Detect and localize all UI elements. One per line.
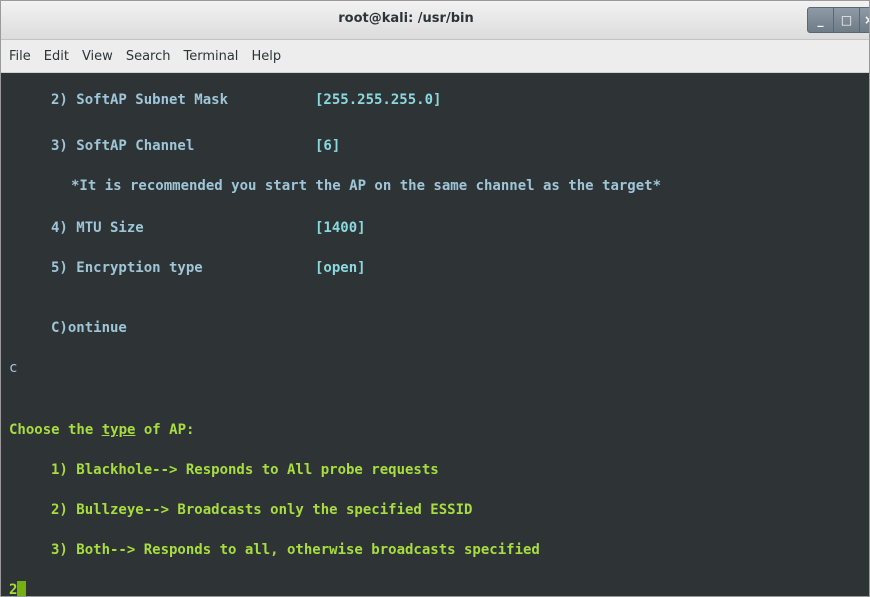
close-button[interactable]: × [859,7,869,33]
menu-help[interactable]: Help [251,49,281,64]
option-mtu-value: [1400] [315,220,366,236]
terminal-output[interactable]: 2) SoftAP Subnet Mask [255.255.255.0] 3)… [1,73,869,597]
window-title: root@kali: /usr/bin [338,11,474,26]
menu-bar: File Edit View Search Terminal Help [1,40,869,73]
user-input-c: c [9,360,18,376]
option-encryption-value: [open] [315,260,366,276]
terminal-window: root@kali: /usr/bin _ □ × File Edit View… [0,0,870,597]
option-subnet-mask-value: [255.255.255.0] [315,92,442,108]
continue-option: C)ontinue [51,320,127,336]
channel-recommendation-note: *It is recommended you start the AP on t… [71,178,662,194]
choose-suffix: of AP: [135,422,195,438]
option-channel-value: [6] [315,138,341,154]
option-mtu-label: 4) MTU Size [51,220,144,236]
minimize-icon: _ [817,13,824,27]
menu-view[interactable]: View [82,49,113,64]
menu-search[interactable]: Search [126,49,171,64]
close-icon: × [864,13,869,27]
choose-type-word: type [101,422,136,438]
option-encryption-label: 5) Encryption type [51,260,203,276]
choose-ap-prompt: Choose the type of AP: [9,421,194,439]
input-line: 2 [9,581,27,597]
option-subnet-mask-label: 2) SoftAP Subnet Mask [51,92,229,108]
ap-type-blackhole: 1) Blackhole--> Responds to All probe re… [51,462,439,478]
minimize-button[interactable]: _ [807,7,834,33]
ap-type-both: 3) Both--> Responds to all, otherwise br… [51,542,540,558]
ap-type-bullzeye: 2) Bullzeye--> Broadcasts only the speci… [51,502,473,518]
choose-prefix: Choose the [9,422,102,438]
maximize-icon: □ [840,13,853,27]
terminal-cursor [17,581,27,596]
menu-file[interactable]: File [9,49,31,64]
menu-edit[interactable]: Edit [44,49,69,64]
maximize-button[interactable]: □ [833,7,860,33]
option-channel-label: 3) SoftAP Channel [51,138,195,154]
user-input-2: 2 [9,582,18,597]
menu-terminal[interactable]: Terminal [183,49,238,64]
title-bar[interactable]: root@kali: /usr/bin _ □ × [1,1,869,40]
